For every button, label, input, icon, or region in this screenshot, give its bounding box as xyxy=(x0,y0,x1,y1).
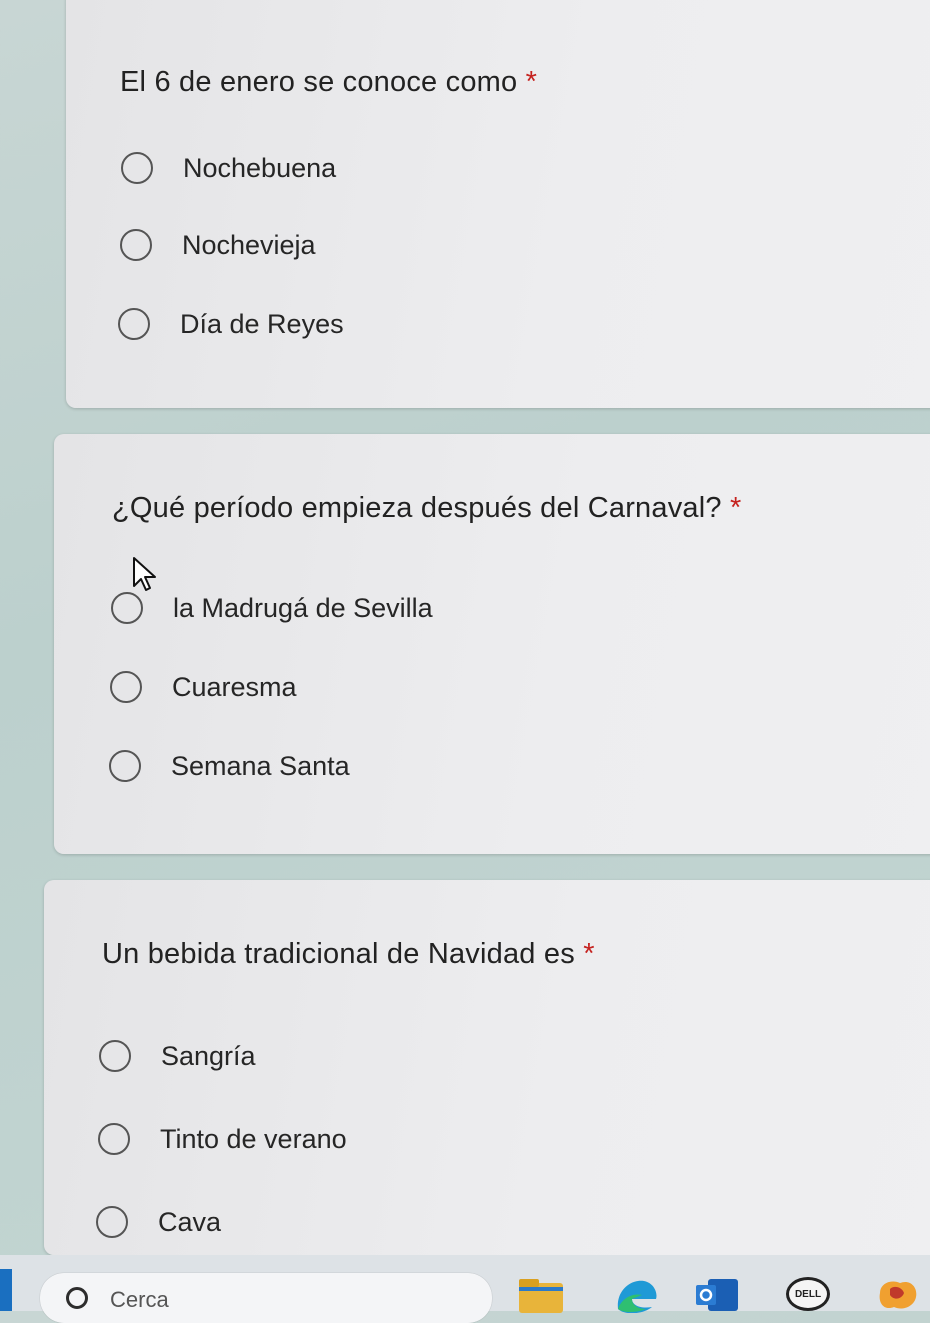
search-icon xyxy=(66,1287,88,1309)
radio-button[interactable] xyxy=(111,592,143,624)
option-label: Semana Santa xyxy=(171,750,350,781)
question-text: El 6 de enero se conoce como xyxy=(120,66,518,98)
option-label: Nochebuena xyxy=(183,152,337,183)
search-placeholder: Cerca xyxy=(110,1287,169,1312)
radio-button[interactable] xyxy=(96,1206,128,1238)
required-asterisk: * xyxy=(729,492,742,524)
option-tinto-de-verano[interactable]: Tinto de verano xyxy=(98,1123,347,1155)
option-cava[interactable]: Cava xyxy=(96,1206,221,1238)
dell-icon[interactable]: DELL xyxy=(786,1277,830,1311)
radio-button[interactable] xyxy=(109,750,141,782)
question-card-1: El 6 de enero se conoce como * Nochebuen… xyxy=(66,0,930,408)
required-asterisk: * xyxy=(583,938,595,970)
dell-label: DELL xyxy=(794,1288,822,1300)
question-title-1: El 6 de enero se conoce como * xyxy=(120,66,537,99)
taskbar: Cerca DELL xyxy=(0,1255,930,1323)
radio-button[interactable] xyxy=(110,671,142,703)
radio-button[interactable] xyxy=(118,308,150,340)
option-label: Cuaresma xyxy=(172,671,297,702)
option-nochevieja[interactable]: Nochevieja xyxy=(120,229,316,261)
radio-button[interactable] xyxy=(121,152,153,184)
option-label: Día de Reyes xyxy=(180,308,344,339)
option-label: Sangría xyxy=(161,1040,256,1071)
option-label: Cava xyxy=(158,1206,222,1237)
option-label: la Madrugá de Sevilla xyxy=(173,592,433,623)
option-madruga-de-sevilla[interactable]: la Madrugá de Sevilla xyxy=(111,592,433,624)
option-nochebuena[interactable]: Nochebuena xyxy=(121,152,336,184)
question-title-2: ¿Qué período empieza después del Carnava… xyxy=(112,492,741,525)
option-dia-de-reyes[interactable]: Día de Reyes xyxy=(118,308,344,340)
option-semana-santa[interactable]: Semana Santa xyxy=(109,750,350,782)
radio-button[interactable] xyxy=(99,1040,131,1072)
mouse-cursor-icon xyxy=(133,557,156,591)
option-sangria[interactable]: Sangría xyxy=(99,1040,256,1072)
option-cuaresma[interactable]: Cuaresma xyxy=(110,671,297,703)
option-label: Nochevieja xyxy=(182,229,316,260)
radio-button[interactable] xyxy=(120,229,152,261)
file-explorer-icon[interactable] xyxy=(517,1273,565,1313)
question-title-3: Un bebida tradicional de Navidad es * xyxy=(102,938,595,971)
app-icon[interactable] xyxy=(872,1273,920,1313)
question-card-2: ¿Qué período empieza después del Carnava… xyxy=(54,434,930,854)
required-asterisk: * xyxy=(525,66,538,98)
edge-browser-icon[interactable] xyxy=(612,1273,660,1313)
radio-button[interactable] xyxy=(98,1123,130,1155)
question-text: ¿Qué período empieza después del Carnava… xyxy=(112,492,722,524)
taskbar-search-box[interactable]: Cerca xyxy=(40,1273,492,1323)
question-card-3: Un bebida tradicional de Navidad es * Sa… xyxy=(44,880,930,1255)
question-text: Un bebida tradicional de Navidad es xyxy=(102,938,575,970)
start-button[interactable] xyxy=(0,1269,12,1311)
office-icon[interactable] xyxy=(694,1273,742,1313)
option-label: Tinto de verano xyxy=(160,1123,347,1154)
